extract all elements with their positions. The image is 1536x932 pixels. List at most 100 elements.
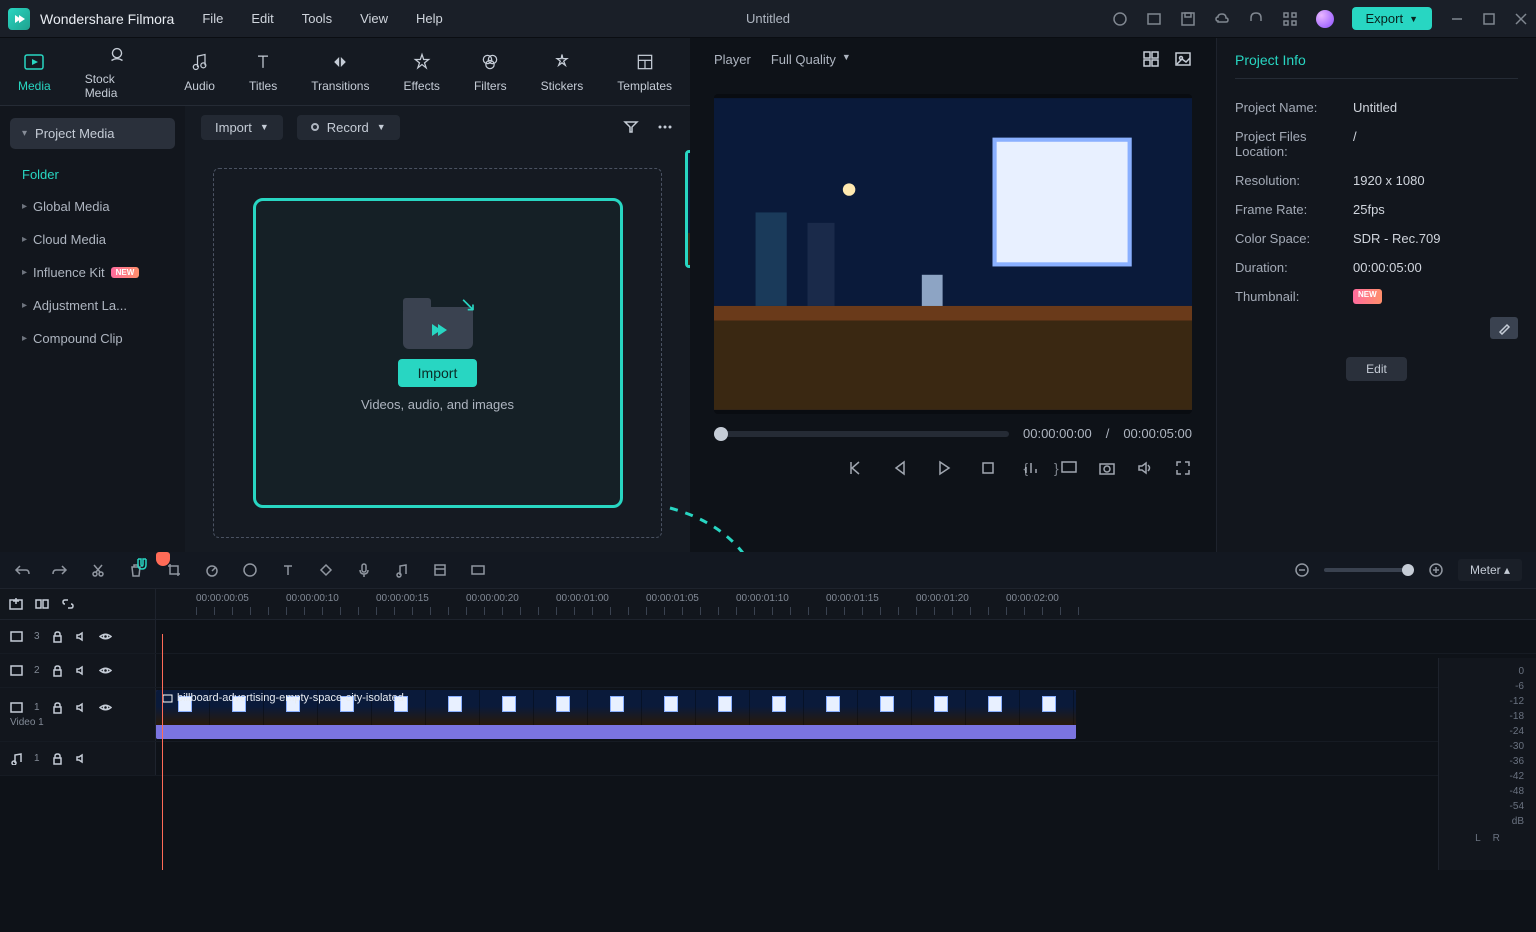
mute-icon[interactable] xyxy=(75,664,88,677)
sidebar-item-compound-clip[interactable]: ▸Compound Clip xyxy=(10,322,175,355)
link-icon[interactable] xyxy=(60,596,76,612)
cut-icon[interactable] xyxy=(90,562,106,578)
export-button[interactable]: Export▼ xyxy=(1352,7,1433,30)
import-caption: Videos, audio, and images xyxy=(361,397,514,412)
eye-icon[interactable] xyxy=(99,630,112,643)
add-track-icon[interactable] xyxy=(8,596,24,612)
eye-icon[interactable] xyxy=(99,664,112,677)
cloud-icon[interactable] xyxy=(1214,11,1230,27)
apps-icon[interactable] xyxy=(1282,11,1298,27)
maximize-icon[interactable] xyxy=(1482,12,1496,26)
scrub-handle[interactable] xyxy=(714,427,728,441)
color-icon[interactable] xyxy=(242,562,258,578)
zoom-handle[interactable] xyxy=(1402,564,1414,576)
snapshot-icon[interactable] xyxy=(1098,459,1116,477)
tab-stock-media[interactable]: Stock Media xyxy=(85,43,151,100)
monitor-icon[interactable] xyxy=(1060,459,1078,477)
total-duration: 00:00:05:00 xyxy=(1123,426,1192,441)
play-icon[interactable] xyxy=(935,459,953,477)
quality-dropdown[interactable]: Full Quality▼ xyxy=(771,52,851,67)
sidebar-item-global-media[interactable]: ▸Global Media xyxy=(10,190,175,223)
video-preview[interactable] xyxy=(714,94,1192,414)
grid-view-icon[interactable] xyxy=(1142,50,1160,68)
mute-icon[interactable] xyxy=(75,752,88,765)
zoom-slider[interactable] xyxy=(1324,568,1414,572)
video-track-icon xyxy=(10,630,23,643)
tab-media[interactable]: Media xyxy=(18,50,51,93)
tab-templates[interactable]: Templates xyxy=(617,50,672,93)
magnet-icon[interactable] xyxy=(134,556,150,572)
zoom-out-icon[interactable] xyxy=(1294,562,1310,578)
meter-toggle[interactable]: Meter ▴ xyxy=(1458,559,1522,581)
image-view-icon[interactable] xyxy=(1174,50,1192,68)
tab-filters[interactable]: Filters xyxy=(474,50,507,93)
sidebar-header-project-media[interactable]: ▾Project Media xyxy=(10,118,175,149)
zoom-in-icon[interactable] xyxy=(1428,562,1444,578)
undo-icon[interactable] xyxy=(14,562,30,578)
eye-icon[interactable] xyxy=(99,701,112,714)
edit-project-button[interactable]: Edit xyxy=(1346,357,1407,381)
tab-stickers[interactable]: Stickers xyxy=(541,50,584,93)
crop-icon[interactable] xyxy=(166,562,182,578)
save-icon[interactable] xyxy=(1180,11,1196,27)
track-video-2: 2 xyxy=(0,654,1536,688)
marker-icon[interactable] xyxy=(432,562,448,578)
menu-help[interactable]: Help xyxy=(416,11,443,26)
mute-icon[interactable] xyxy=(75,630,88,643)
layout-icon[interactable] xyxy=(1146,11,1162,27)
record-dropdown[interactable]: Record▼ xyxy=(297,115,400,140)
tab-effects[interactable]: Effects xyxy=(403,50,439,93)
mute-icon[interactable] xyxy=(75,701,88,714)
menu-tools[interactable]: Tools xyxy=(302,11,332,26)
menu-file[interactable]: File xyxy=(202,11,223,26)
player-label: Player xyxy=(714,52,751,67)
audio-tool-icon[interactable] xyxy=(394,562,410,578)
playhead[interactable] xyxy=(156,552,170,566)
edit-thumbnail-icon[interactable] xyxy=(1490,317,1518,339)
tab-titles[interactable]: Titles xyxy=(249,50,277,93)
more-icon[interactable] xyxy=(656,118,674,136)
profile-avatar[interactable] xyxy=(1316,10,1334,28)
sidebar-item-adjustment-layer[interactable]: ▸Adjustment La... xyxy=(10,289,175,322)
toggle-tracks-icon[interactable] xyxy=(34,596,50,612)
caption-icon[interactable] xyxy=(470,562,486,578)
import-dropdown[interactable]: Import▼ xyxy=(201,115,283,140)
stop-icon[interactable] xyxy=(979,459,997,477)
audio-meter: 0-6-12-18-24-30-36-42-48-54dBLR xyxy=(1438,658,1536,870)
sidebar-folder[interactable]: Folder xyxy=(10,159,175,190)
prev-frame-icon[interactable] xyxy=(847,459,865,477)
fullscreen-icon[interactable] xyxy=(1174,459,1192,477)
play-back-icon[interactable] xyxy=(891,459,909,477)
lock-icon[interactable] xyxy=(51,664,64,677)
text-icon[interactable] xyxy=(280,562,296,578)
lock-icon[interactable] xyxy=(51,701,64,714)
timeline-ruler[interactable]: 00:00:00:0500:00:00:1000:00:00:1500:00:0… xyxy=(156,589,1536,619)
sidebar-item-cloud-media[interactable]: ▸Cloud Media xyxy=(10,223,175,256)
mic-icon[interactable] xyxy=(356,562,372,578)
keyframe-icon[interactable] xyxy=(318,562,334,578)
scrub-bar[interactable] xyxy=(714,431,1009,437)
import-button[interactable]: Import xyxy=(398,359,478,387)
import-dropzone[interactable]: ↘ Import Videos, audio, and images xyxy=(213,168,662,538)
history-icon[interactable] xyxy=(1112,11,1128,27)
lock-icon[interactable] xyxy=(51,630,64,643)
window-title: Untitled xyxy=(746,11,790,26)
tab-transitions[interactable]: Transitions xyxy=(311,50,369,93)
speed-icon[interactable] xyxy=(204,562,220,578)
titlebar: Wondershare Filmora File Edit Tools View… xyxy=(0,0,1536,38)
tab-audio[interactable]: Audio xyxy=(184,50,215,93)
volume-icon[interactable] xyxy=(1136,459,1154,477)
headphones-icon[interactable] xyxy=(1248,11,1264,27)
track-label: Video 1 xyxy=(10,717,44,728)
clip-icon xyxy=(162,693,173,704)
redo-icon[interactable] xyxy=(52,562,68,578)
sidebar-item-influence-kit[interactable]: ▸Influence KitNEW xyxy=(10,256,175,289)
lock-icon[interactable] xyxy=(51,752,64,765)
close-icon[interactable] xyxy=(1514,12,1528,26)
video-clip[interactable]: billboard-advertising-empty-space-city-i… xyxy=(156,690,1076,739)
menu-edit[interactable]: Edit xyxy=(251,11,273,26)
menu-view[interactable]: View xyxy=(360,11,388,26)
filter-icon[interactable] xyxy=(622,118,640,136)
levels-icon[interactable] xyxy=(1022,459,1040,477)
minimize-icon[interactable] xyxy=(1450,12,1464,26)
